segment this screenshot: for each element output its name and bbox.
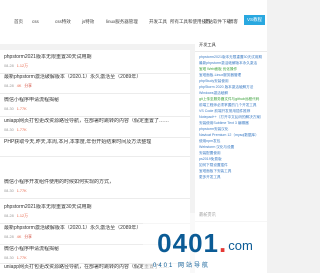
nav-item-dev-tools[interactable]: 开发工具 xyxy=(149,19,167,25)
article-views: 1.77K xyxy=(16,107,27,111)
nav-item-linux[interactable]: linux服务器管理 xyxy=(106,19,138,25)
article-meta: 08-30 1.77K xyxy=(4,127,27,133)
sidebar-link[interactable]: 更多开发工具 xyxy=(199,175,265,180)
site-logo-banner: 0401. com 0401 网站导航 xyxy=(143,213,267,273)
logo-dot: . xyxy=(219,227,228,258)
article-date: 08-28 xyxy=(4,64,14,68)
nav-item-vs-tutorial[interactable]: VS教程 xyxy=(244,15,266,25)
sidebar-link[interactable]: phpstorm安装汉化 xyxy=(199,127,265,132)
article-title[interactable]: 最新phpstorm激活破解版本（2020.1）永久激活至（2089年） xyxy=(4,74,188,81)
article-item: 微信小程序开发组件使用的时候如何实现的方式， 08-30 1.77K xyxy=(0,179,190,199)
nav-item-site-software[interactable]: 建站软件下载 xyxy=(204,19,231,25)
article-views: 4K xyxy=(16,84,22,88)
article-meta: 08-30 1.77K xyxy=(4,188,27,194)
sidebar-divider xyxy=(195,51,267,52)
article-title[interactable]: 微信小程序申请流程揭秘 xyxy=(4,97,188,104)
sidebar-link[interactable]: phpStudy安装使用 xyxy=(199,79,265,84)
article-date: 08-28 xyxy=(4,214,14,218)
article-item: 最新phpstorm激活破解版本（2020.1）永久激活至（2089年） 08-… xyxy=(0,74,190,94)
article-title[interactable]: 微信小程序开发组件使用的时候如何实现的方式， xyxy=(4,179,188,186)
article-meta: 08-30 1.77K xyxy=(4,106,27,112)
article-date: 08-30 xyxy=(4,107,14,111)
sidebar-link[interactable]: phpstorm2021版本无限重置30天试用期 xyxy=(199,55,265,60)
sidebar-link[interactable]: Notepad++（打开中文乱码的解决方案） xyxy=(199,115,265,120)
article-tag[interactable]: 分享 xyxy=(24,84,32,89)
sidebar-link[interactable]: phpStorm 2020 版本激活破解方法 xyxy=(199,85,265,90)
article-meta: 08-30 1.77K xyxy=(4,255,27,261)
article-title[interactable]: phpstorm2021版本无限重置30天试用期 xyxy=(4,54,188,61)
sidebar-link[interactable]: git上传至服务器文件与github远程代码 xyxy=(199,97,265,102)
sidebar-link[interactable]: 如何下载设置插件 xyxy=(199,163,265,168)
sidebar-link[interactable]: ps2019免费版 xyxy=(199,157,265,162)
logo-com: com xyxy=(228,238,253,253)
article-meta: 08-28 4K 分享 xyxy=(4,234,32,240)
article-date: 08-28 xyxy=(4,235,14,239)
article-date: 08-28 xyxy=(4,84,14,88)
nav-item-css[interactable]: css xyxy=(32,19,39,25)
sidebar-link[interactable]: 宝塔面板下安装工具 xyxy=(199,169,265,174)
article-views: 4K xyxy=(16,235,22,239)
sidebar-link[interactable]: 安装配置使用 xyxy=(199,151,265,156)
article-date: 08-30 xyxy=(4,128,14,132)
sidebar-link[interactable]: Webstorm 汉化与设置 xyxy=(199,145,265,150)
sidebar-link[interactable]: VS Code 前端开发常用插件推荐 xyxy=(199,109,265,114)
article-meta: 08-28 1.12万 xyxy=(4,213,28,219)
article-item: PHP获取今天,昨天,本周,本月,本季度,年份开始结束时间及方法整理 xyxy=(0,139,190,157)
nav-item-css-effects[interactable]: css特效 xyxy=(55,19,71,25)
article-tag[interactable]: 分享 xyxy=(24,235,32,240)
sidebar-link[interactable]: Navicat Premium 12（mysql数据库） xyxy=(199,133,265,138)
article-views: 1.77K xyxy=(16,128,27,132)
sidebar-link[interactable]: 安装使用Sublime Text 3 编辑器 xyxy=(199,121,265,126)
logo-caption: 0401 网站导航 xyxy=(153,263,211,269)
sidebar-link[interactable]: 前端工程师必须掌握的几个开发工具 xyxy=(199,103,265,108)
article-date: 08-30 xyxy=(4,189,14,193)
nav-item-home[interactable]: 首页 xyxy=(14,19,23,25)
sidebar-link[interactable]: 使用npm发包 xyxy=(199,139,265,144)
article-item: 微信小程序申请流程揭秘 08-30 1.77K xyxy=(0,97,190,117)
sidebar-link[interactable]: 最新phpstorm激活破解版本永久激活 xyxy=(199,61,265,66)
article-views: 1.77K xyxy=(16,189,27,193)
article-title[interactable]: PHP获取今天,昨天,本周,本月,本季度,年份开始结束时间及方法整理 xyxy=(4,139,188,146)
logo-code: 0401 xyxy=(157,227,220,258)
sidebar-link[interactable]: 宝塔面板-Linux服务器管理 xyxy=(199,73,265,78)
article-item: phpstorm2021版本无限重置30天试用期 08-28 1.12万 xyxy=(0,54,190,74)
article-meta: 08-28 4K 分享 xyxy=(4,83,32,89)
article-views: 1.12万 xyxy=(16,63,28,68)
nav-item-blog[interactable]: 博客 xyxy=(229,19,238,25)
sidebar-link[interactable]: 宝塔 Web面板 优化操作 xyxy=(199,67,265,72)
article-meta: 08-28 1.12万 xyxy=(4,63,28,69)
article-views: 1.12万 xyxy=(16,213,28,218)
article-date: 08-30 xyxy=(4,256,14,260)
nav-item-js-effects[interactable]: js特效 xyxy=(82,19,94,25)
article-title[interactable]: phpstorm2021版本无限重置30天试用期 xyxy=(4,204,188,211)
sidebar-link[interactable]: Windows激活破解 xyxy=(199,91,265,96)
article-title[interactable]: uniapp网页打包更改资源路径导航，在部署时跳转的内容（假定重置了…… xyxy=(4,118,188,125)
article-item: uniapp网页打包更改资源路径导航，在部署时跳转的内容（假定重置了…… 08-… xyxy=(0,118,190,138)
article-views: 1.77K xyxy=(16,256,27,260)
sidebar-title: 开发工具 xyxy=(199,42,216,47)
